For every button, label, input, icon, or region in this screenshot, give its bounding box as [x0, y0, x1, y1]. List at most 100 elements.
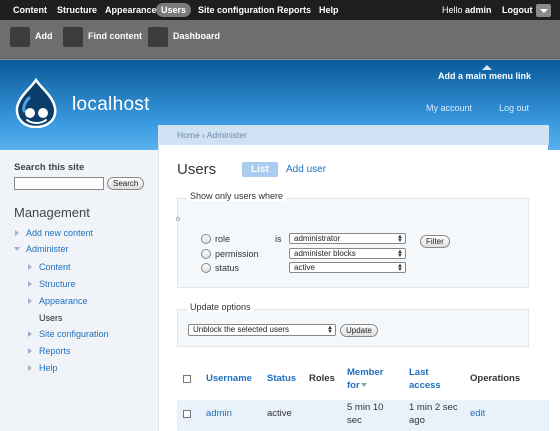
- column-header-username[interactable]: Username: [206, 372, 252, 385]
- user-member-for: 5 min 10 sec: [347, 401, 383, 427]
- last-access-value-line1: 1 min 2 sec: [409, 402, 458, 413]
- toolbar-greeting: Hello admin: [442, 3, 492, 17]
- user-last-access: 1 min 2 sec ago: [409, 401, 458, 427]
- table-row: admin active 5 min 10 sec 1 min 2 sec ago …: [177, 400, 549, 431]
- admin-toolbar: Content Structure Appearance Users Site …: [0, 0, 560, 58]
- toolbar-item-site-configuration[interactable]: Site configuration: [193, 3, 280, 17]
- filter-radio-status[interactable]: [201, 263, 211, 273]
- column-header-status[interactable]: Status: [267, 372, 296, 385]
- filter-legend: Show only users where: [187, 191, 287, 201]
- toolbar-item-appearance[interactable]: Appearance: [100, 3, 162, 17]
- role-select-value: administrator: [294, 234, 341, 243]
- sidebar-item-content[interactable]: Content: [39, 262, 71, 272]
- user-status: active: [267, 408, 292, 419]
- collapsed-triangle-icon: [28, 298, 32, 304]
- greeting-username[interactable]: admin: [465, 5, 492, 15]
- sort-desc-icon: [360, 383, 367, 388]
- sidebar-item-reports[interactable]: Reports: [39, 346, 71, 356]
- shortcut-add-label: Add: [35, 31, 53, 41]
- user-name-link[interactable]: admin: [206, 407, 232, 420]
- toolbar-item-reports[interactable]: Reports: [272, 3, 316, 17]
- update-operation-select[interactable]: Unblock the selected users ▲ ▼: [188, 324, 336, 336]
- filter-label-role: role: [215, 234, 231, 244]
- update-button[interactable]: Update: [340, 324, 378, 337]
- toolbar-item-content[interactable]: Content: [8, 3, 52, 17]
- select-arrows-icon: ▲ ▼: [327, 325, 333, 335]
- last-access-line2: access: [409, 380, 441, 391]
- permission-select-value: administer blocks: [294, 249, 356, 258]
- my-account-link[interactable]: My account: [426, 103, 472, 113]
- status-select[interactable]: active ▲ ▼: [289, 262, 406, 273]
- search-block-title: Search this site: [14, 162, 85, 173]
- column-header-last-access[interactable]: Last access: [409, 366, 441, 392]
- toolbar-menu-bar: Content Structure Appearance Users Site …: [0, 0, 560, 20]
- last-access-value-line2: ago: [409, 415, 425, 426]
- sidebar-item-users[interactable]: Users: [39, 313, 63, 323]
- page-title: Users: [177, 161, 217, 178]
- toolbar-logout[interactable]: Logout: [502, 3, 533, 17]
- permission-select[interactable]: administer blocks ▲ ▼: [289, 248, 406, 259]
- column-header-member-for[interactable]: Member for: [347, 366, 383, 392]
- member-for-value-line1: 5 min 10: [347, 402, 384, 413]
- update-legend: Update options: [187, 302, 254, 312]
- shortcut-add-icon: [10, 27, 30, 47]
- collapsed-triangle-icon: [28, 348, 32, 354]
- select-arrows-icon: ▲ ▼: [397, 234, 403, 244]
- edit-user-link[interactable]: edit: [470, 407, 485, 420]
- drupal-drop-icon[interactable]: [13, 78, 59, 128]
- sidebar-item-help[interactable]: Help: [39, 363, 58, 373]
- last-access-line1: Last: [409, 367, 429, 378]
- sidebar-item-administer[interactable]: Administer: [26, 244, 69, 254]
- filter-operator-is: is: [275, 234, 282, 244]
- sidebar-item-structure[interactable]: Structure: [39, 279, 76, 289]
- collapse-handle-icon: [176, 217, 180, 221]
- sidebar-item-add-new-content[interactable]: Add new content: [26, 228, 93, 238]
- filter-label-permission: permission: [215, 249, 259, 259]
- tab-add-user[interactable]: Add user: [286, 162, 326, 177]
- site-name[interactable]: localhost: [72, 94, 150, 116]
- expanded-triangle-icon: [14, 247, 20, 251]
- filter-label-status: status: [215, 263, 240, 273]
- role-select[interactable]: administrator ▲ ▼: [289, 233, 406, 244]
- greeting-prefix: Hello: [442, 5, 466, 15]
- main-content: Home › Administer Users List Add user Sh…: [158, 125, 549, 431]
- row-checkbox[interactable]: [183, 410, 191, 418]
- filter-radio-role[interactable]: [201, 234, 211, 244]
- select-arrows-icon: ▲ ▼: [397, 249, 403, 259]
- shortcut-find-content-icon: [63, 27, 83, 47]
- search-button[interactable]: Search: [107, 177, 145, 190]
- chevron-down-icon: [539, 9, 548, 13]
- search-input[interactable]: [14, 177, 104, 190]
- column-header-operations: Operations: [470, 373, 521, 384]
- collapsed-triangle-icon: [28, 365, 32, 371]
- sidebar: Search this site Search Management Add n…: [0, 150, 158, 431]
- log-out-link[interactable]: Log out: [499, 103, 529, 113]
- collapsed-triangle-icon: [28, 281, 32, 287]
- member-for-line1: Member: [347, 367, 384, 378]
- menu-notch-icon: [482, 65, 492, 70]
- shortcut-dashboard-icon: [148, 27, 168, 47]
- filter-button[interactable]: Filter: [420, 235, 450, 248]
- column-header-roles: Roles: [309, 373, 335, 384]
- member-for-value-line2: sec: [347, 415, 362, 426]
- sidebar-item-appearance[interactable]: Appearance: [39, 296, 88, 306]
- collapsed-triangle-icon: [28, 264, 32, 270]
- sidebar-item-site-configuration[interactable]: Site configuration: [39, 329, 109, 339]
- toolbar-item-users[interactable]: Users: [156, 3, 192, 17]
- management-title: Management: [14, 205, 90, 220]
- filter-radio-permission[interactable]: [201, 249, 211, 259]
- tab-list[interactable]: List: [242, 162, 278, 177]
- collapsed-triangle-icon: [15, 230, 19, 236]
- select-all-checkbox[interactable]: [183, 375, 191, 383]
- member-for-line2: for: [347, 380, 360, 391]
- shortcut-dashboard-label: Dashboard: [173, 31, 221, 41]
- breadcrumb[interactable]: Home › Administer: [159, 125, 549, 145]
- toolbar-item-help[interactable]: Help: [314, 3, 344, 17]
- toolbar-item-structure[interactable]: Structure: [52, 3, 102, 17]
- update-select-value: Unblock the selected users: [193, 325, 290, 334]
- add-main-menu-link[interactable]: Add a main menu link: [438, 71, 531, 81]
- select-arrows-icon: ▲ ▼: [397, 263, 403, 273]
- shortcut-find-content-label: Find content: [88, 31, 142, 41]
- toolbar-toggle-button[interactable]: [536, 4, 551, 17]
- collapsed-triangle-icon: [28, 331, 32, 337]
